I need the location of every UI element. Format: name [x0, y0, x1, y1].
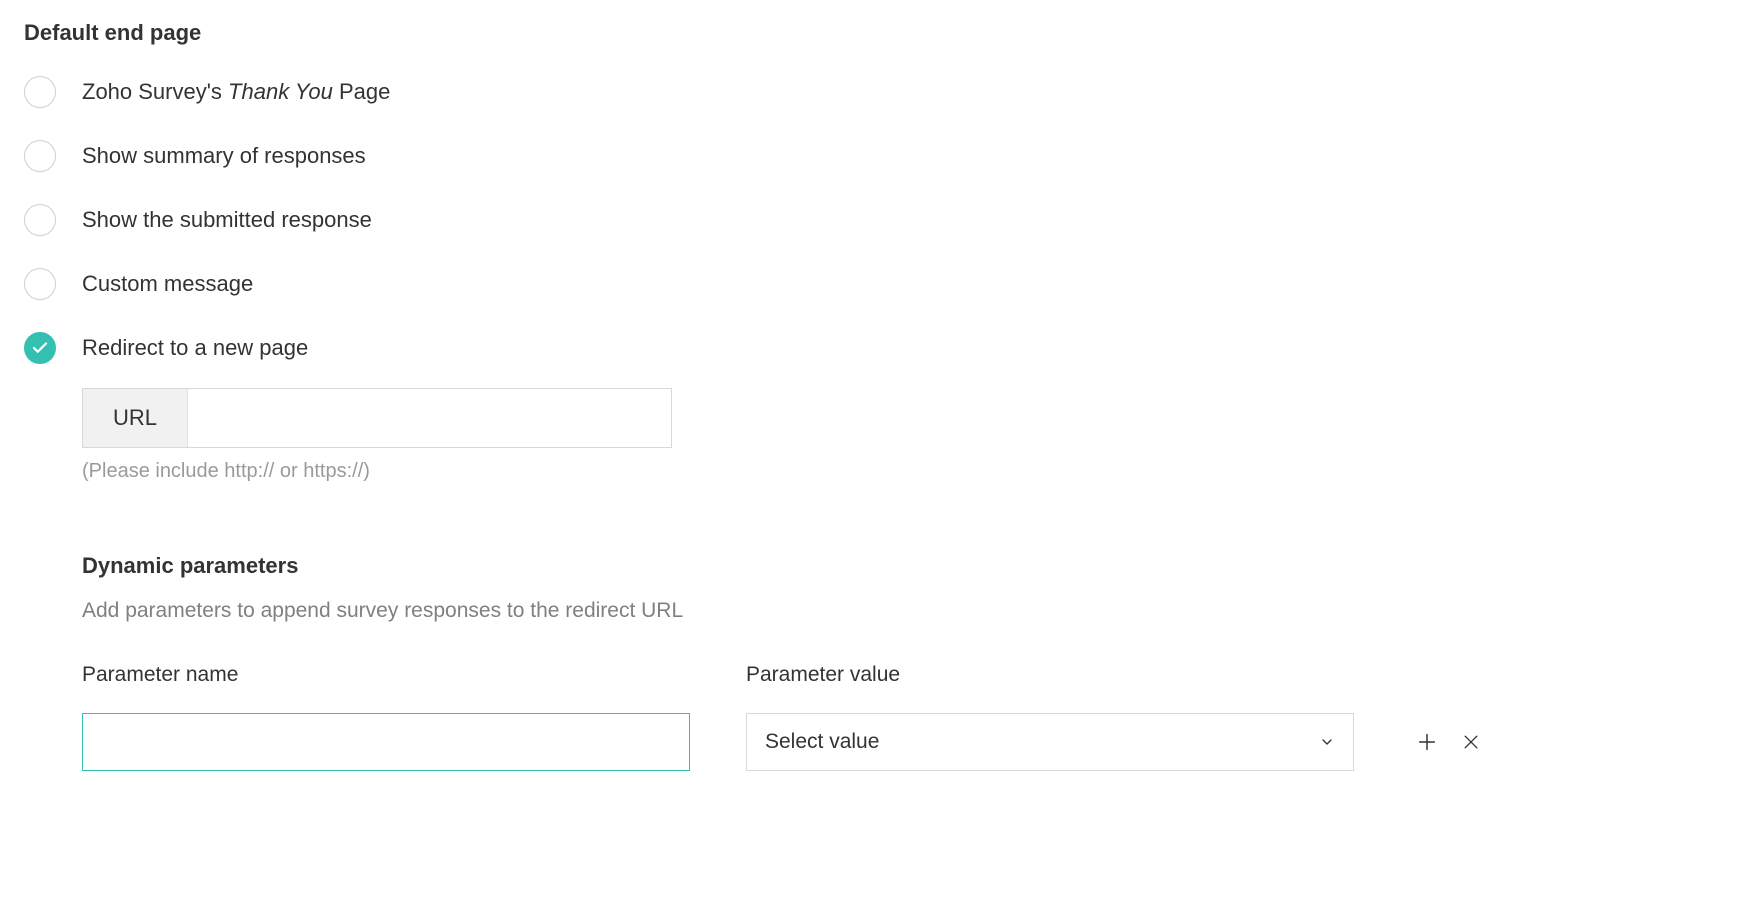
radio-option-summary[interactable]: Show summary of responses	[24, 140, 1724, 172]
url-prefix-label: URL	[83, 389, 188, 447]
param-value-header: Parameter value	[746, 663, 1354, 687]
radio-circle-unchecked	[24, 76, 56, 108]
radio-option-redirect[interactable]: Redirect to a new page	[24, 332, 1724, 364]
radio-label-summary: Show summary of responses	[82, 143, 366, 169]
param-name-header: Parameter name	[82, 663, 690, 687]
param-header-row: Parameter name Parameter value	[82, 663, 1724, 713]
radio-label-submitted: Show the submitted response	[82, 207, 372, 233]
radio-label-redirect: Redirect to a new page	[82, 335, 308, 361]
remove-param-button[interactable]	[1458, 729, 1484, 755]
dynamic-params-title: Dynamic parameters	[82, 553, 1724, 579]
radio-label-prefix: Zoho Survey's	[82, 79, 228, 104]
close-icon	[1461, 732, 1481, 752]
param-value-select[interactable]: Select value	[746, 713, 1354, 771]
chevron-down-icon	[1319, 734, 1335, 750]
radio-label-italic: Thank You	[228, 79, 333, 104]
add-param-button[interactable]	[1414, 729, 1440, 755]
section-title: Default end page	[24, 20, 1724, 46]
param-row: Select value	[82, 713, 1724, 771]
radio-group-end-page: Zoho Survey's Thank You Page Show summar…	[24, 76, 1724, 364]
radio-circle-unchecked	[24, 268, 56, 300]
dynamic-parameters-section: Dynamic parameters Add parameters to app…	[82, 553, 1724, 771]
url-block: URL (Please include http:// or https://)	[82, 388, 1724, 483]
radio-option-submitted[interactable]: Show the submitted response	[24, 204, 1724, 236]
radio-option-custom[interactable]: Custom message	[24, 268, 1724, 300]
param-actions	[1414, 729, 1484, 755]
radio-label-thank-you: Zoho Survey's Thank You Page	[82, 79, 390, 105]
dynamic-params-description: Add parameters to append survey response…	[82, 599, 1724, 623]
radio-circle-unchecked	[24, 140, 56, 172]
url-input-wrap: URL	[82, 388, 672, 448]
radio-option-thank-you[interactable]: Zoho Survey's Thank You Page	[24, 76, 1724, 108]
url-input[interactable]	[188, 389, 671, 447]
param-value-placeholder: Select value	[765, 730, 879, 754]
radio-circle-checked	[24, 332, 56, 364]
check-icon	[31, 339, 49, 357]
radio-label-suffix: Page	[333, 79, 391, 104]
radio-label-custom: Custom message	[82, 271, 253, 297]
param-name-input[interactable]	[82, 713, 690, 771]
url-help-text: (Please include http:// or https://)	[82, 460, 1724, 483]
plus-icon	[1416, 731, 1438, 753]
radio-circle-unchecked	[24, 204, 56, 236]
